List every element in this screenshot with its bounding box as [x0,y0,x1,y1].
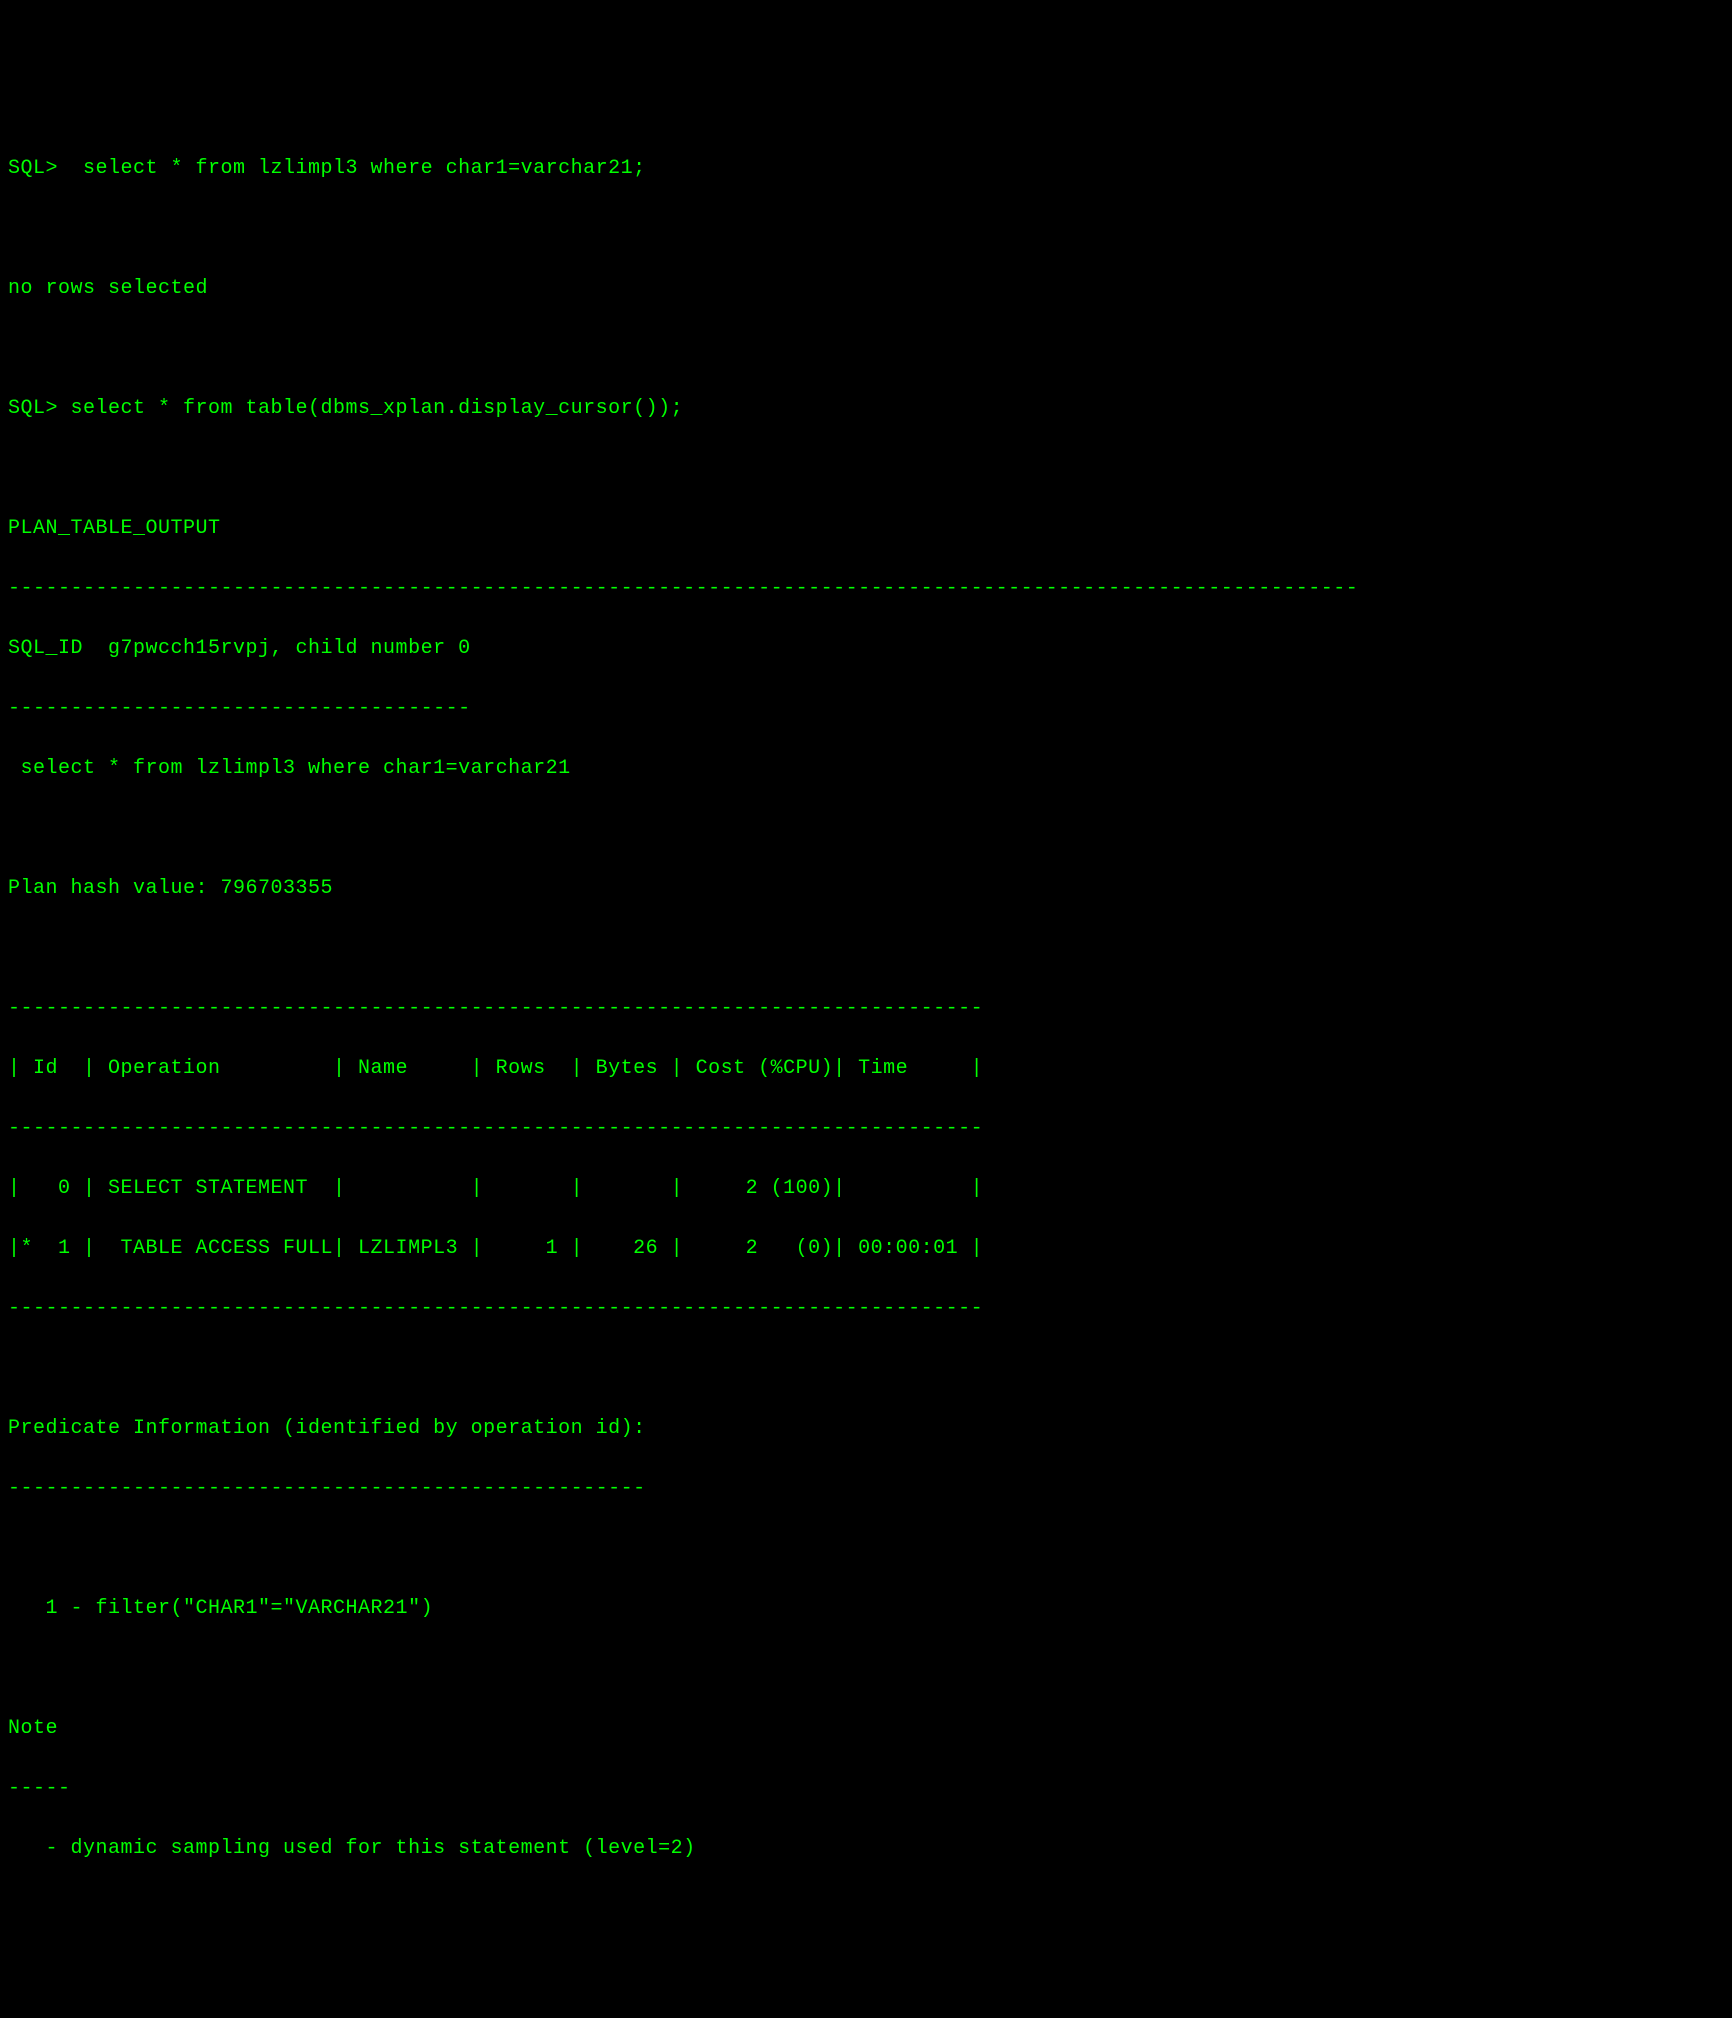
predicate-header-line: Predicate Information (identified by ope… [8,1414,1724,1444]
separator-line: ----------------------------------------… [8,1474,1724,1504]
note-header-line: Note [8,1714,1724,1744]
predicate-filter-line: 1 - filter("CHAR1"="VARCHAR21") [8,1594,1724,1624]
table-border-line: ----------------------------------------… [8,994,1724,1024]
blank-line [8,814,1724,844]
separator-line: ----- [8,1774,1724,1804]
sql-id-line: SQL_ID g7pwcch15rvpj, child number 0 [8,634,1724,664]
blank-line [8,454,1724,484]
sql-prompt-line-2: SQL> select * from table(dbms_xplan.disp… [8,394,1724,424]
blank-line [8,1354,1724,1384]
sql-prompt-line-1: SQL> select * from lzlimpl3 where char1=… [8,154,1724,184]
blank-line [8,1654,1724,1684]
plan-table-output-header: PLAN_TABLE_OUTPUT [8,514,1724,544]
plan-hash-line: Plan hash value: 796703355 [8,874,1724,904]
blank-line [8,214,1724,244]
result-no-rows: no rows selected [8,274,1724,304]
separator-line: ------------------------------------- [8,694,1724,724]
table-row: | 0 | SELECT STATEMENT | | | | 2 (100)| … [8,1174,1724,1204]
blank-line [8,334,1724,364]
blank-line [8,934,1724,964]
table-header-line: | Id | Operation | Name | Rows | Bytes |… [8,1054,1724,1084]
separator-line: ----------------------------------------… [8,574,1724,604]
table-border-line: ----------------------------------------… [8,1294,1724,1324]
note-content-line: - dynamic sampling used for this stateme… [8,1834,1724,1864]
query-text-line: select * from lzlimpl3 where char1=varch… [8,754,1724,784]
table-border-line: ----------------------------------------… [8,1114,1724,1144]
blank-line [8,1534,1724,1564]
table-row: |* 1 | TABLE ACCESS FULL| LZLIMPL3 | 1 |… [8,1234,1724,1264]
terminal-output: SQL> select * from lzlimpl3 where char1=… [8,124,1724,1894]
